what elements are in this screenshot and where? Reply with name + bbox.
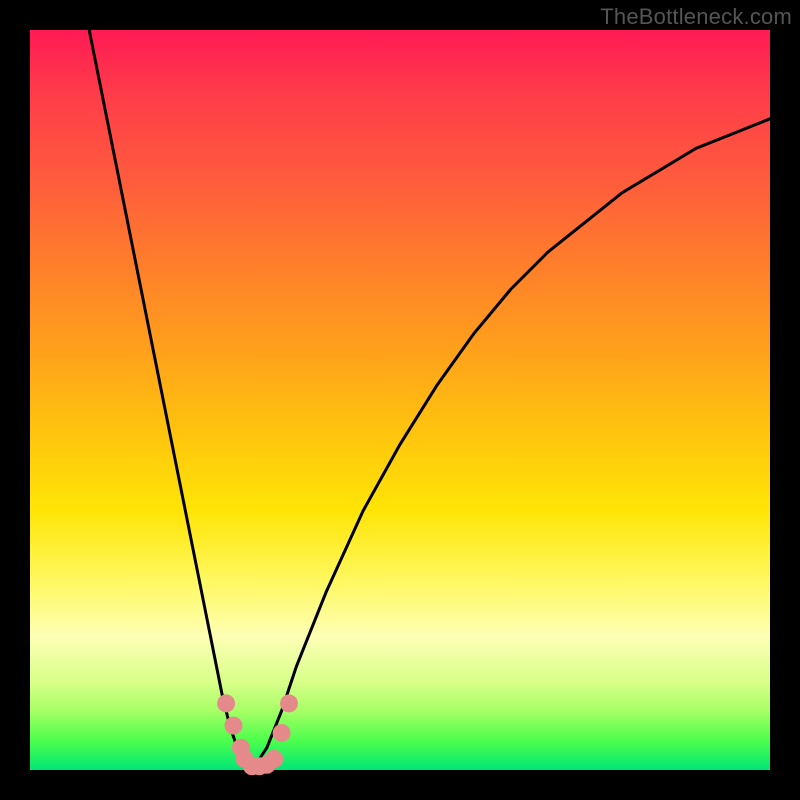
- curve-layer: [30, 30, 770, 770]
- trough-marker: [225, 717, 243, 735]
- curve-left-branch: [89, 30, 252, 770]
- watermark-text: TheBottleneck.com: [600, 4, 792, 30]
- trough-markers: [217, 694, 298, 775]
- curve-right-branch: [252, 119, 770, 770]
- trough-marker: [273, 724, 291, 742]
- trough-marker: [217, 694, 235, 712]
- plot-area: [30, 30, 770, 770]
- trough-marker: [265, 750, 283, 768]
- trough-marker: [280, 694, 298, 712]
- chart-frame: TheBottleneck.com: [0, 0, 800, 800]
